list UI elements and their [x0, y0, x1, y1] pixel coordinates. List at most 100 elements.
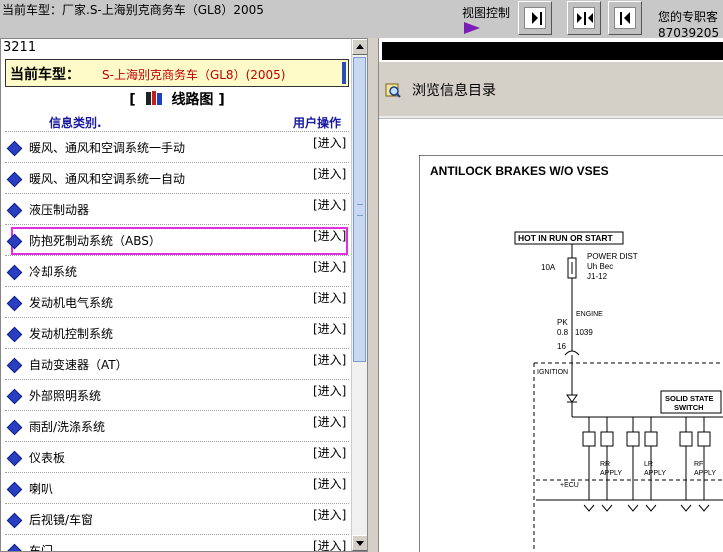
fuse-amperage: 10A	[541, 263, 556, 272]
enter-link[interactable]: [进入]	[313, 537, 346, 551]
category-panel: 3211 当前车型： S-上海别克商务车（GL8）(2005) [ 线路图 ] …	[0, 38, 368, 552]
bullet-icon	[6, 171, 23, 188]
current-vehicle-value: S-上海别克商务车（GL8）(2005)	[102, 68, 286, 82]
ignition-label: IGNITION	[537, 369, 568, 376]
category-label[interactable]: 雨刮/洗涤系统	[29, 418, 105, 435]
enter-link[interactable]: [进入]	[313, 506, 346, 523]
expand-left-icon	[620, 12, 630, 25]
power-dist-line3: J1-12	[587, 272, 608, 281]
page-code: 3211	[3, 40, 37, 55]
category-item[interactable]: 喇叭 [进入]	[5, 472, 349, 503]
wiring-title: 线路图	[171, 92, 214, 108]
category-item[interactable]: 暖风、通风和空调系统一自动 [进入]	[5, 162, 349, 193]
category-label[interactable]: 防抱死制动系统（ABS）	[29, 232, 161, 249]
top-bar: 当前车型：厂家.S-上海别克商务车（GL8）2005 视图控制 您的专职客 87…	[0, 0, 723, 40]
wiring-diagram-heading: [ 线路图 ]	[5, 89, 349, 111]
ecu-label: +ECU	[560, 482, 579, 489]
browse-directory-icon[interactable]	[385, 82, 401, 98]
column-header-action: 用户操作	[293, 116, 342, 130]
engine-label: ENGINE	[576, 311, 603, 318]
category-label[interactable]: 仪表板	[29, 449, 65, 466]
circuit-number: 1039	[575, 328, 593, 337]
power-dist-line1: POWER DIST	[587, 252, 638, 261]
category-item[interactable]: 后视镜/车窗 [进入]	[5, 503, 349, 534]
split-view-icon	[577, 12, 593, 25]
bullet-icon	[6, 295, 23, 312]
category-item[interactable]: 车门 [进入]	[5, 534, 349, 551]
category-item[interactable]: 防抱死制动系统（ABS） [进入]	[5, 224, 349, 255]
wire-color: PK	[557, 318, 568, 327]
expand-right-button[interactable]	[518, 1, 552, 35]
category-item[interactable]: 发动机电气系统 [进入]	[5, 286, 349, 317]
bullet-icon	[6, 481, 23, 498]
category-label[interactable]: 外部照明系统	[29, 387, 101, 404]
enter-link[interactable]: [进入]	[313, 258, 346, 275]
category-label[interactable]: 发动机电气系统	[29, 294, 113, 311]
diagram-title: ANTILOCK BRAKES W/O VSES	[430, 164, 609, 178]
category-item[interactable]: 外部照明系统 [进入]	[5, 379, 349, 410]
enter-link[interactable]: [进入]	[313, 165, 346, 182]
rf-apply-line2: APPLY	[694, 470, 716, 477]
enter-link[interactable]: [进入]	[313, 475, 346, 492]
category-label[interactable]: 车门	[29, 542, 53, 551]
rr-apply-line1: RR	[600, 461, 610, 468]
enter-link[interactable]: [进入]	[313, 413, 346, 430]
category-label[interactable]: 发动机控制系统	[29, 325, 113, 342]
enter-link[interactable]: [进入]	[313, 134, 346, 151]
split-view-button[interactable]	[567, 1, 601, 35]
category-item[interactable]: 自动变速器（AT） [进入]	[5, 348, 349, 379]
category-item[interactable]: 雨刮/洗涤系统 [进入]	[5, 410, 349, 441]
pin-number: 16	[557, 342, 566, 351]
enter-link[interactable]: [进入]	[313, 227, 346, 244]
browse-bar: 浏览信息目录	[379, 62, 723, 116]
wiring-diagram: ANTILOCK BRAKES W/O VSES HOT IN RUN OR S…	[419, 155, 723, 552]
category-label[interactable]: 液压制动器	[29, 201, 89, 218]
diagram-canvas: ANTILOCK BRAKES W/O VSES HOT IN RUN OR S…	[379, 119, 723, 552]
category-label[interactable]: 暖风、通风和空调系统一手动	[29, 139, 185, 156]
bullet-icon	[6, 202, 23, 219]
panel-divider[interactable]	[368, 38, 378, 552]
enter-link[interactable]: [进入]	[313, 382, 346, 399]
category-label[interactable]: 自动变速器（AT）	[29, 356, 128, 373]
bullet-icon	[6, 357, 23, 374]
category-label[interactable]: 喇叭	[29, 480, 53, 497]
solid-state-line1: SOLID STATE	[665, 394, 713, 403]
enter-link[interactable]: [进入]	[313, 444, 346, 461]
lr-apply-line1: LR	[644, 461, 653, 468]
rr-apply-line2: APPLY	[600, 470, 622, 477]
enter-link[interactable]: [进入]	[313, 196, 346, 213]
category-scrollbar[interactable]	[351, 39, 367, 551]
enter-link[interactable]: [进入]	[313, 289, 346, 306]
bullet-icon	[6, 450, 23, 467]
view-control-arrow-icon	[464, 22, 480, 34]
bullet-icon	[6, 419, 23, 436]
browse-directory-label[interactable]: 浏览信息目录	[412, 80, 496, 100]
enter-link[interactable]: [进入]	[313, 320, 346, 337]
bullet-icon	[6, 140, 23, 157]
category-item[interactable]: 液压制动器 [进入]	[5, 193, 349, 224]
bullet-icon	[6, 512, 23, 529]
category-label[interactable]: 暖风、通风和空调系统一自动	[29, 170, 185, 187]
bullet-icon	[6, 264, 23, 281]
wire-gauge: 0.8	[557, 328, 569, 337]
bracket-close: ]	[218, 92, 225, 108]
category-item[interactable]: 暖风、通风和空调系统一手动 [进入]	[5, 131, 349, 162]
vehicle-title: 当前车型：厂家.S-上海别克商务车（GL8）2005	[2, 3, 264, 17]
enter-link[interactable]: [进入]	[313, 351, 346, 368]
view-control-label: 视图控制	[462, 6, 511, 20]
scroll-up-button[interactable]	[352, 39, 367, 55]
bullet-icon	[6, 543, 23, 551]
vehicle-accent-bar	[342, 62, 346, 84]
scroll-thumb[interactable]	[353, 57, 366, 362]
category-item[interactable]: 仪表板 [进入]	[5, 441, 349, 472]
scroll-down-button[interactable]	[352, 535, 367, 551]
bullet-icon	[6, 326, 23, 343]
category-item[interactable]: 发动机控制系统 [进入]	[5, 317, 349, 348]
category-label[interactable]: 后视镜/车窗	[29, 511, 93, 528]
column-header-category: 信息类别.	[49, 116, 102, 130]
expert-text: 您的专职客	[658, 10, 719, 24]
expand-left-button[interactable]	[608, 1, 642, 35]
category-label[interactable]: 冷却系统	[29, 263, 77, 280]
content-panel: 浏览信息目录 ANTILOCK BRAKES W/O VSES HOT IN R…	[378, 38, 723, 552]
category-item[interactable]: 冷却系统 [进入]	[5, 255, 349, 286]
